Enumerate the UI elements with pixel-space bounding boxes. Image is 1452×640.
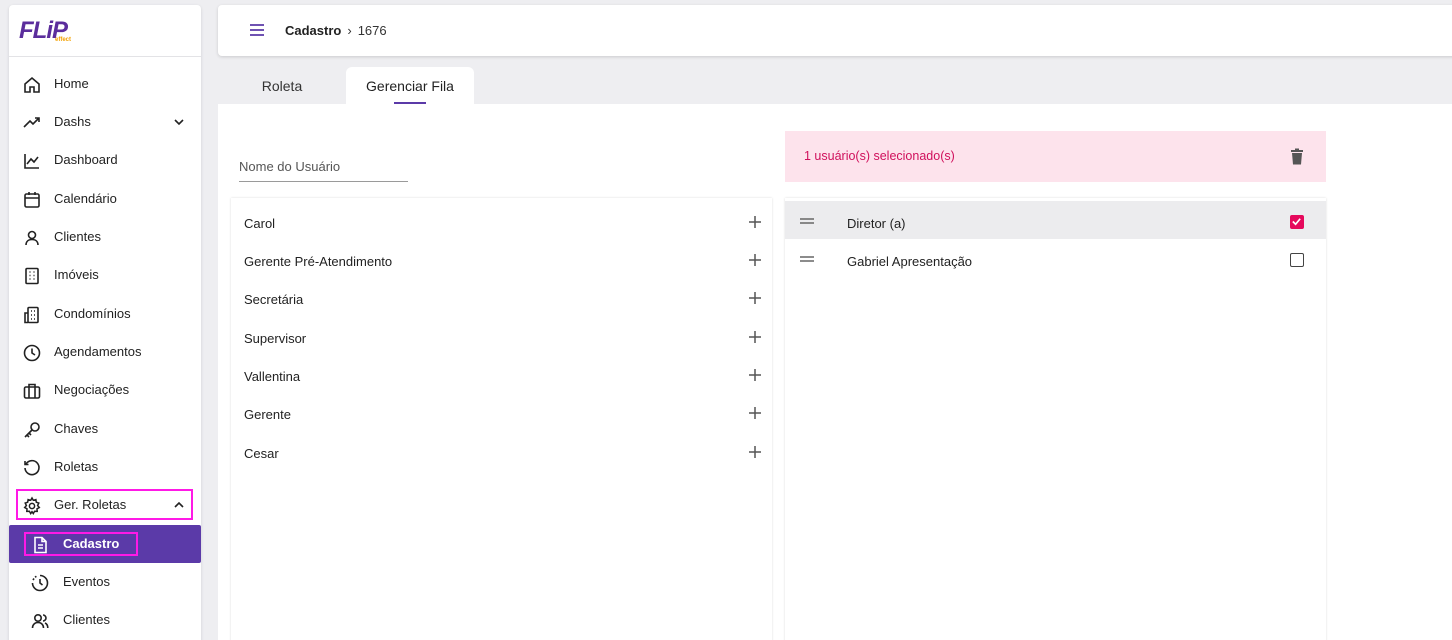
list-item: Carol xyxy=(231,201,772,239)
breadcrumb: Cadastro › 1676 xyxy=(285,23,387,38)
sidebar-item-label: Calendário xyxy=(54,191,117,206)
chevron-down-icon xyxy=(174,119,184,126)
brand-logo[interactable]: FLiP effect xyxy=(9,5,201,57)
add-icon[interactable] xyxy=(748,368,762,382)
add-icon[interactable] xyxy=(748,445,762,459)
tab-roleta[interactable]: Roleta xyxy=(218,67,346,105)
drag-handle-icon[interactable] xyxy=(800,218,814,224)
row-checkbox[interactable] xyxy=(1290,253,1304,267)
sidebar-item-label: Condomínios xyxy=(54,306,131,321)
queue-row[interactable]: Gabriel Apresentação xyxy=(785,239,1326,277)
user-name: Carol xyxy=(244,216,276,231)
breadcrumb-current: 1676 xyxy=(357,23,387,38)
sidebar-item-label: Chaves xyxy=(54,421,99,436)
drag-handle-icon[interactable] xyxy=(800,256,814,262)
trending-icon xyxy=(23,117,40,128)
user-name: Gerente xyxy=(244,407,291,422)
sidebar-item-roletas[interactable]: Roletas xyxy=(9,448,201,486)
add-icon[interactable] xyxy=(748,291,762,305)
available-users-list: Carol Gerente Pré-Atendimento Secretária… xyxy=(231,198,772,640)
user-icon xyxy=(25,230,39,246)
sidebar-item-label: Roletas xyxy=(54,459,99,474)
user-name: Vallentina xyxy=(244,369,301,384)
sidebar-subitem-clientes[interactable]: Clientes xyxy=(9,601,201,639)
list-item: Gerente Pré-Atendimento xyxy=(231,239,772,277)
sidebar-item-clientes[interactable]: Clientes xyxy=(9,218,201,256)
add-icon[interactable] xyxy=(748,330,762,344)
list-item: Secretária xyxy=(231,277,772,315)
breadcrumb-separator: › xyxy=(347,23,352,38)
sidebar-item-label: Imóveis xyxy=(54,267,99,282)
list-item: Cesar xyxy=(231,431,772,469)
queue-row[interactable]: Diretor (a) xyxy=(785,201,1326,239)
list-item: Supervisor xyxy=(231,316,772,354)
user-name: Secretária xyxy=(244,292,304,307)
queue-user-name: Diretor (a) xyxy=(847,216,906,231)
home-icon xyxy=(24,76,40,93)
trash-icon[interactable] xyxy=(1290,148,1304,165)
key-icon xyxy=(24,422,40,438)
selection-message: 1 usuário(s) selecionado(s) xyxy=(804,149,955,163)
sidebar-item-label: Dashboard xyxy=(54,152,118,167)
add-icon[interactable] xyxy=(748,215,762,229)
search-field[interactable] xyxy=(239,153,408,182)
calendar-icon xyxy=(24,192,40,208)
active-tab-indicator xyxy=(394,102,426,104)
sidebar-item-calendario[interactable]: Calendário xyxy=(9,180,201,218)
building-icon xyxy=(25,267,39,285)
sidebar-item-label: Negociações xyxy=(54,382,130,397)
sidebar-item-label: Clientes xyxy=(54,229,101,244)
sidebar-item-agendamentos[interactable]: Agendamentos xyxy=(9,333,201,371)
sidebar-item-label: Eventos xyxy=(63,574,110,589)
sidebar-item-label: Clientes xyxy=(63,612,110,627)
sidebar-item-label: Dashs xyxy=(54,114,91,129)
user-name: Supervisor xyxy=(244,331,307,346)
queue-list: Diretor (a) Gabriel Apresentação xyxy=(785,198,1326,640)
sidebar-item-home[interactable]: Home xyxy=(9,65,201,103)
user-name: Cesar xyxy=(244,446,279,461)
selection-alert: 1 usuário(s) selecionado(s) xyxy=(785,131,1326,182)
user-name: Gerente Pré-Atendimento xyxy=(244,254,393,269)
list-item: Gerente xyxy=(231,392,772,430)
search-input[interactable] xyxy=(239,153,408,174)
sidebar-item-label: Home xyxy=(54,76,89,91)
sidebar-item-negociacoes[interactable]: Negociações xyxy=(9,371,201,409)
users-icon xyxy=(31,613,49,629)
sidebar-item-condominios[interactable]: Condomínios xyxy=(9,295,201,333)
row-checkbox[interactable] xyxy=(1290,215,1304,229)
clock-history-icon xyxy=(31,574,49,592)
add-icon[interactable] xyxy=(748,406,762,420)
logo-subtext: effect xyxy=(55,36,72,43)
breadcrumb-root[interactable]: Cadastro xyxy=(285,23,341,38)
highlight-cadastro xyxy=(24,532,138,556)
add-icon[interactable] xyxy=(748,253,762,267)
chart-line-icon xyxy=(24,154,39,169)
sidebar-subitem-eventos[interactable]: Eventos xyxy=(9,563,201,601)
queue-user-name: Gabriel Apresentação xyxy=(847,254,973,269)
sidebar-item-dashs[interactable]: Dashs xyxy=(9,103,201,141)
sidebar-item-imoveis[interactable]: Imóveis xyxy=(9,256,201,294)
condo-icon xyxy=(24,306,39,324)
tab-gerenciar-fila[interactable]: Gerenciar Fila xyxy=(346,67,474,105)
highlight-ger-roletas xyxy=(16,489,193,520)
check-icon xyxy=(1292,218,1301,226)
history-icon xyxy=(24,459,40,476)
clock-icon xyxy=(23,344,41,362)
menu-icon[interactable] xyxy=(248,22,266,38)
list-item: Vallentina xyxy=(231,354,772,392)
sidebar-item-label: Agendamentos xyxy=(54,344,142,359)
sidebar-item-dashboard[interactable]: Dashboard xyxy=(9,141,201,179)
briefcase-icon xyxy=(23,383,41,399)
top-bar: Cadastro › 1676 xyxy=(218,5,1452,56)
sidebar-item-chaves[interactable]: Chaves xyxy=(9,410,201,448)
